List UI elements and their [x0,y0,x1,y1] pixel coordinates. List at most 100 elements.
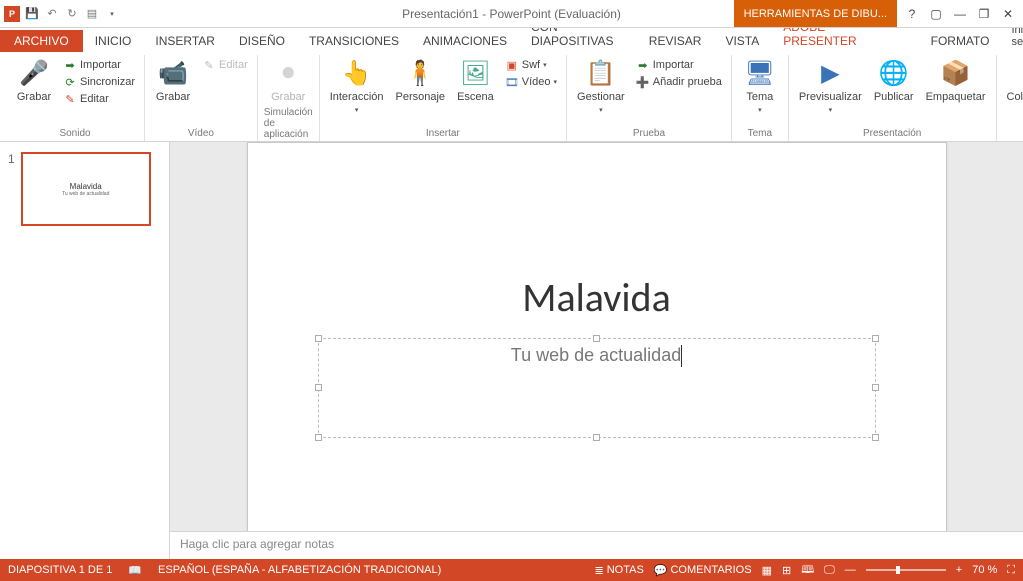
slide[interactable]: Malavida Tu web de actualidad [247,142,947,531]
zoom-slider-thumb[interactable] [896,566,900,574]
scene-icon: 🖼 [459,57,491,89]
slide-thumbnail-1[interactable]: 1 Malavida Tu web de actualidad [8,152,161,226]
help-icon[interactable]: ? [905,7,919,21]
tab-archivo[interactable]: ARCHIVO [0,30,83,52]
theme-icon: 🖥 [744,57,776,89]
slide-canvas-area: Malavida Tu web de actualidad Haga clic … [170,142,1023,559]
slide-title-text[interactable]: Malavida [248,273,946,322]
comments-toggle[interactable]: 💬 COMENTARIOS [654,564,752,577]
minimize-icon[interactable]: — [953,7,967,21]
restore-icon[interactable]: ❐ [977,7,991,21]
language-indicator[interactable]: ESPAÑOL (ESPAÑA - ALFABETIZACIÓN TRADICI… [158,564,441,576]
sync-icon: ⟳ [63,75,77,89]
subtitle-placeholder[interactable]: Tu web de actualidad [318,338,876,438]
package-icon: 📦 [940,57,972,89]
normal-view-icon[interactable]: ▦ [762,564,772,577]
insert-swf-button[interactable]: ▣Swf ▾ [502,57,560,73]
group-presentacion: ▶ Previsualizar▾ 🌐 Publicar 📦 Empaquetar… [789,55,997,141]
play-icon: ▶ [814,57,846,89]
resize-handle-mr[interactable] [872,384,879,391]
group-simulacion: ⏺ Grabar Simulación de aplicación [258,55,320,141]
camera-icon: 📹 [157,57,189,89]
import-audio-button[interactable]: ➡Importar [60,57,138,73]
text-caret [681,345,682,367]
powerpoint-app-icon[interactable]: P [4,6,20,22]
resize-handle-ml[interactable] [315,384,322,391]
record-video-button[interactable]: 📹 Grabar [151,55,195,105]
tab-diseno[interactable]: DISEÑO [227,30,297,52]
import-quiz-button[interactable]: ➡Importar [633,57,725,73]
reading-view-icon[interactable]: 🕮 [801,561,814,580]
ribbon-display-icon[interactable]: ▢ [929,7,943,21]
globe-icon: 🌐 [878,57,910,89]
pencil-icon: ✎ [202,58,216,72]
slide-number: 1 [8,152,15,226]
record-audio-button[interactable]: 🎤 Grabar [12,55,56,105]
resize-handle-br[interactable] [872,434,879,441]
person-icon: 🧍 [404,57,436,89]
quick-access-toolbar: P 💾 ↶ ↻ ▤ ▾ [0,6,124,22]
resize-handle-tl[interactable] [315,335,322,342]
sync-audio-button[interactable]: ⟳Sincronizar [60,74,138,90]
scene-button[interactable]: 🖼 Escena [453,55,498,105]
notes-pane[interactable]: Haga clic para agregar notas [170,531,1023,559]
drawing-tools-context-label: HERRAMIENTAS DE DIBU... [734,0,897,27]
spellcheck-icon[interactable]: 📖 [128,564,142,577]
record-icon: ⏺ [272,57,304,89]
tab-inicio[interactable]: INICIO [83,30,144,52]
zoom-level[interactable]: 70 % [972,564,997,576]
tab-transiciones[interactable]: TRANSICIONES [297,30,411,52]
manage-quiz-button[interactable]: 📋 Gestionar▾ [573,55,629,117]
thumbnail-preview[interactable]: Malavida Tu web de actualidad [21,152,151,226]
theme-button[interactable]: 🖥 Tema▾ [738,55,782,117]
tab-revisar[interactable]: REVISAR [637,30,714,52]
publish-button[interactable]: 🌐 Publicar [870,55,918,105]
slide-thumbnails-panel[interactable]: 1 Malavida Tu web de actualidad [0,142,170,559]
zoom-in-icon[interactable]: + [956,564,962,576]
fit-to-window-icon[interactable]: ⛶ [1007,564,1015,577]
record-sim-button[interactable]: ⏺ Grabar [266,55,310,105]
swf-icon: ▣ [505,58,519,72]
ribbon: 🎤 Grabar ➡Importar ⟳Sincronizar ✎Editar … [0,52,1023,142]
save-icon[interactable]: 💾 [24,6,40,22]
preview-button[interactable]: ▶ Previsualizar▾ [795,55,866,117]
redo-icon[interactable]: ↻ [64,6,80,22]
main-area: 1 Malavida Tu web de actualidad Malavida… [0,142,1023,559]
edit-audio-button[interactable]: ✎Editar [60,91,138,107]
start-from-beginning-icon[interactable]: ▤ [84,6,100,22]
slide-scroll[interactable]: Malavida Tu web de actualidad [170,142,1023,531]
undo-icon[interactable]: ↶ [44,6,60,22]
notes-toggle[interactable]: ≣ NOTAS [594,564,643,577]
insert-video-button[interactable]: 🎞Vídeo ▾ [502,74,560,90]
tab-vista[interactable]: VISTA [713,30,771,52]
interaction-button[interactable]: 👆 Interacción▾ [326,55,388,117]
sorter-view-icon[interactable]: ⊞ [782,564,791,577]
collaboration-button[interactable]: 👥 Colaboración▾ [1003,55,1023,117]
character-button[interactable]: 🧍 Personaje [392,55,450,105]
tab-formato[interactable]: FORMATO [919,30,1002,52]
close-icon[interactable]: ✕ [1001,7,1015,21]
slideshow-view-icon[interactable]: 🖵 [824,564,835,577]
subtitle-text[interactable]: Tu web de actualidad [319,339,875,368]
tab-animaciones[interactable]: ANIMACIONES [411,30,519,52]
package-button[interactable]: 📦 Empaquetar [922,55,990,105]
group-sonido: 🎤 Grabar ➡Importar ⟳Sincronizar ✎Editar … [6,55,145,141]
film-icon: 🎞 [505,75,519,89]
group-datos: 👥 Colaboración▾ 🧰 Herramientas▾ Datos an… [997,55,1023,141]
add-quiz-button[interactable]: ➕Añadir prueba [633,74,725,90]
interaction-icon: 👆 [341,57,373,89]
import-arrow-icon: ➡ [636,58,650,72]
slide-indicator[interactable]: DIAPOSITIVA 1 DE 1 [8,564,112,576]
checklist-icon: 📋 [585,57,617,89]
resize-handle-bl[interactable] [315,434,322,441]
zoom-out-icon[interactable]: — [845,564,856,576]
resize-handle-tc[interactable] [593,335,600,342]
qat-customize-icon[interactable]: ▾ [104,6,120,22]
resize-handle-bc[interactable] [593,434,600,441]
plus-icon: ➕ [636,75,650,89]
group-tema: 🖥 Tema▾ Tema [732,55,789,141]
resize-handle-tr[interactable] [872,335,879,342]
tab-insertar[interactable]: INSERTAR [143,30,227,52]
microphone-icon: 🎤 [18,57,50,89]
zoom-slider[interactable] [866,569,946,571]
